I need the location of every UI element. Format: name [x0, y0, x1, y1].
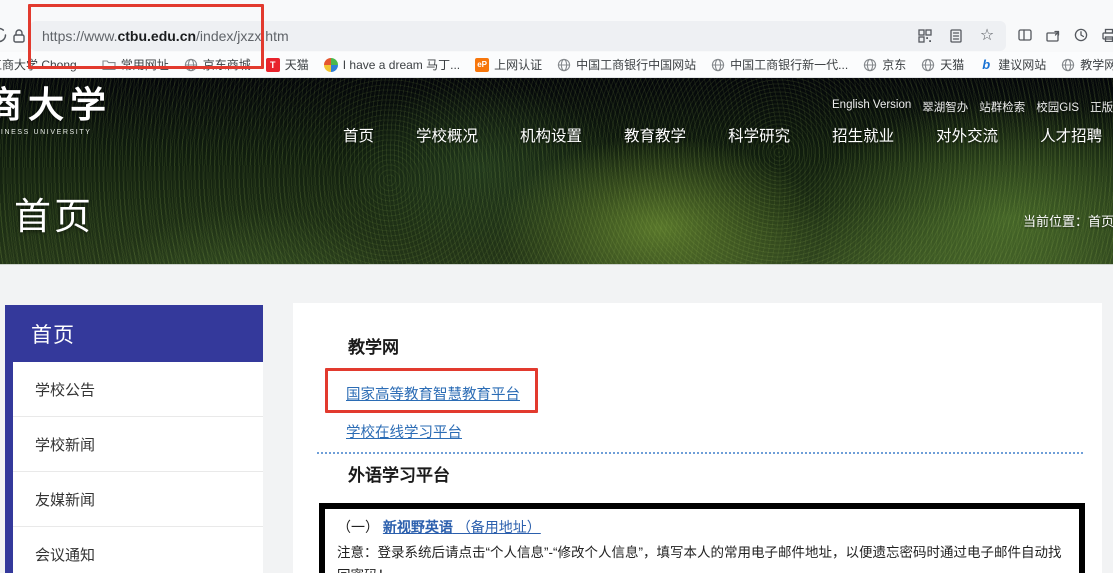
- reader-mode-icon[interactable]: [945, 25, 967, 47]
- notice-text: 注意：登录系统后请点击“个人信息”-“修改个人信息”，填写本人的常用电子邮件地址…: [337, 541, 1071, 573]
- print-icon[interactable]: [1096, 22, 1113, 48]
- link-backup-address[interactable]: （备用地址）: [453, 519, 541, 535]
- utility-link[interactable]: 校园GIS: [1036, 99, 1079, 115]
- favorite-star-icon[interactable]: ☆: [976, 25, 998, 47]
- link-smart-education-platform[interactable]: 国家高等教育智慧教育平台: [346, 383, 520, 404]
- link-new-horizon-english[interactable]: 新视野英语: [383, 519, 453, 535]
- bookmark-item[interactable]: 中国工商银行新一代...: [711, 56, 848, 73]
- utility-link-english[interactable]: English Version: [832, 99, 911, 115]
- sidebar: 首页 学校公告 学校新闻 友媒新闻 会议通知: [5, 305, 263, 573]
- page-title: 首页: [14, 186, 94, 240]
- nav-item-orgs[interactable]: 机构设置: [520, 124, 582, 146]
- bookmark-item[interactable]: I have a dream 马丁...: [324, 56, 460, 73]
- utility-link[interactable]: 翠湖智办: [922, 99, 968, 115]
- section-heading-foreign-language: 外语学习平台: [348, 461, 450, 486]
- nav-item-exchange[interactable]: 对外交流: [936, 124, 998, 146]
- globe-icon: [863, 58, 877, 72]
- notice-item-number: （一）: [337, 519, 383, 535]
- globe-icon: [921, 58, 935, 72]
- logo-english-text: USINESS UNIVERSITY: [0, 129, 112, 136]
- bookmark-item[interactable]: 京东: [863, 56, 906, 73]
- nav-item-admissions[interactable]: 招生就业: [832, 124, 894, 146]
- globe-icon: [557, 58, 571, 72]
- ep-icon: eP: [475, 58, 489, 72]
- collections-icon[interactable]: [1040, 22, 1066, 48]
- bookmark-item[interactable]: 京东商城: [184, 56, 251, 73]
- globe-icon: [711, 58, 725, 72]
- nav-item-research[interactable]: 科学研究: [728, 124, 790, 146]
- dotted-divider: [317, 452, 1083, 454]
- refresh-icon[interactable]: [0, 25, 9, 50]
- university-logo[interactable]: 商大学 USINESS UNIVERSITY: [0, 87, 112, 136]
- breadcrumb: 当前位置：首页: [1023, 211, 1113, 230]
- link-online-learning-platform[interactable]: 学校在线学习平台: [346, 421, 462, 442]
- nav-item-home[interactable]: 首页: [343, 124, 374, 146]
- qr-code-icon[interactable]: [914, 25, 936, 47]
- dream-icon: [324, 58, 338, 72]
- utility-link[interactable]: 正版软件: [1090, 99, 1113, 115]
- bookmark-item[interactable]: 教学网: [1061, 56, 1113, 73]
- nav-item-recruit[interactable]: 人才招聘: [1040, 124, 1102, 146]
- main-nav: 首页 学校概况 机构设置 教育教学 科学研究 招生就业 对外交流 人才招聘 公: [343, 124, 1113, 146]
- sidebar-item-news[interactable]: 学校新闻: [13, 417, 263, 472]
- url-text: https://www.ctbu.edu.cn/index/jxzx.htm: [42, 28, 289, 44]
- sidebar-item-media-news[interactable]: 友媒新闻: [13, 472, 263, 527]
- bing-icon: b: [979, 58, 993, 72]
- main-content-panel: 教学网 国家高等教育智慧教育平台 学校在线学习平台 外语学习平台 （一） 新视野…: [293, 303, 1102, 573]
- sidebar-item-announcements[interactable]: 学校公告: [13, 362, 263, 417]
- bookmark-item[interactable]: 工商大学 Chong...: [0, 56, 87, 73]
- bookmark-item[interactable]: 常用网址: [102, 56, 169, 73]
- lock-icon: [12, 28, 26, 49]
- globe-icon: [184, 58, 198, 72]
- history-icon[interactable]: [1068, 22, 1094, 48]
- logo-chinese-text: 商大学: [0, 87, 112, 123]
- globe-icon: [1061, 58, 1075, 72]
- utility-nav: English Version 翠湖智办 站群检索 校园GIS 正版软件 工: [832, 99, 1113, 115]
- folder-icon: [102, 58, 116, 72]
- address-bar[interactable]: https://www.ctbu.edu.cn/index/jxzx.htm ☆: [30, 21, 1006, 51]
- bookmark-item[interactable]: T 天猫: [266, 56, 309, 73]
- nav-item-teaching[interactable]: 教育教学: [624, 124, 686, 146]
- bookmark-item[interactable]: 中国工商银行中国网站: [557, 56, 696, 73]
- split-screen-icon[interactable]: [1012, 22, 1038, 48]
- sidebar-item-meeting-notices[interactable]: 会议通知: [13, 527, 263, 573]
- notice-box: （一） 新视野英语 （备用地址） 注意：登录系统后请点击“个人信息”-“修改个人…: [319, 503, 1085, 573]
- bookmark-item[interactable]: 天猫: [921, 56, 964, 73]
- bookmarks-bar: 工商大学 Chong... 常用网址 京东商城 T 天猫 I have a dr…: [0, 52, 1113, 78]
- tmall-icon: T: [266, 58, 280, 72]
- section-heading-teaching-net: 教学网: [348, 333, 399, 358]
- bookmark-item[interactable]: b 建议网站: [979, 56, 1046, 73]
- utility-link[interactable]: 站群检索: [979, 99, 1025, 115]
- screenshot-root: { "colors": { "sidebar_blue": "#34399b",…: [0, 0, 1113, 573]
- bookmark-item[interactable]: eP 上网认证: [475, 56, 542, 73]
- nav-item-overview[interactable]: 学校概况: [416, 124, 478, 146]
- sidebar-title: 首页: [5, 305, 263, 362]
